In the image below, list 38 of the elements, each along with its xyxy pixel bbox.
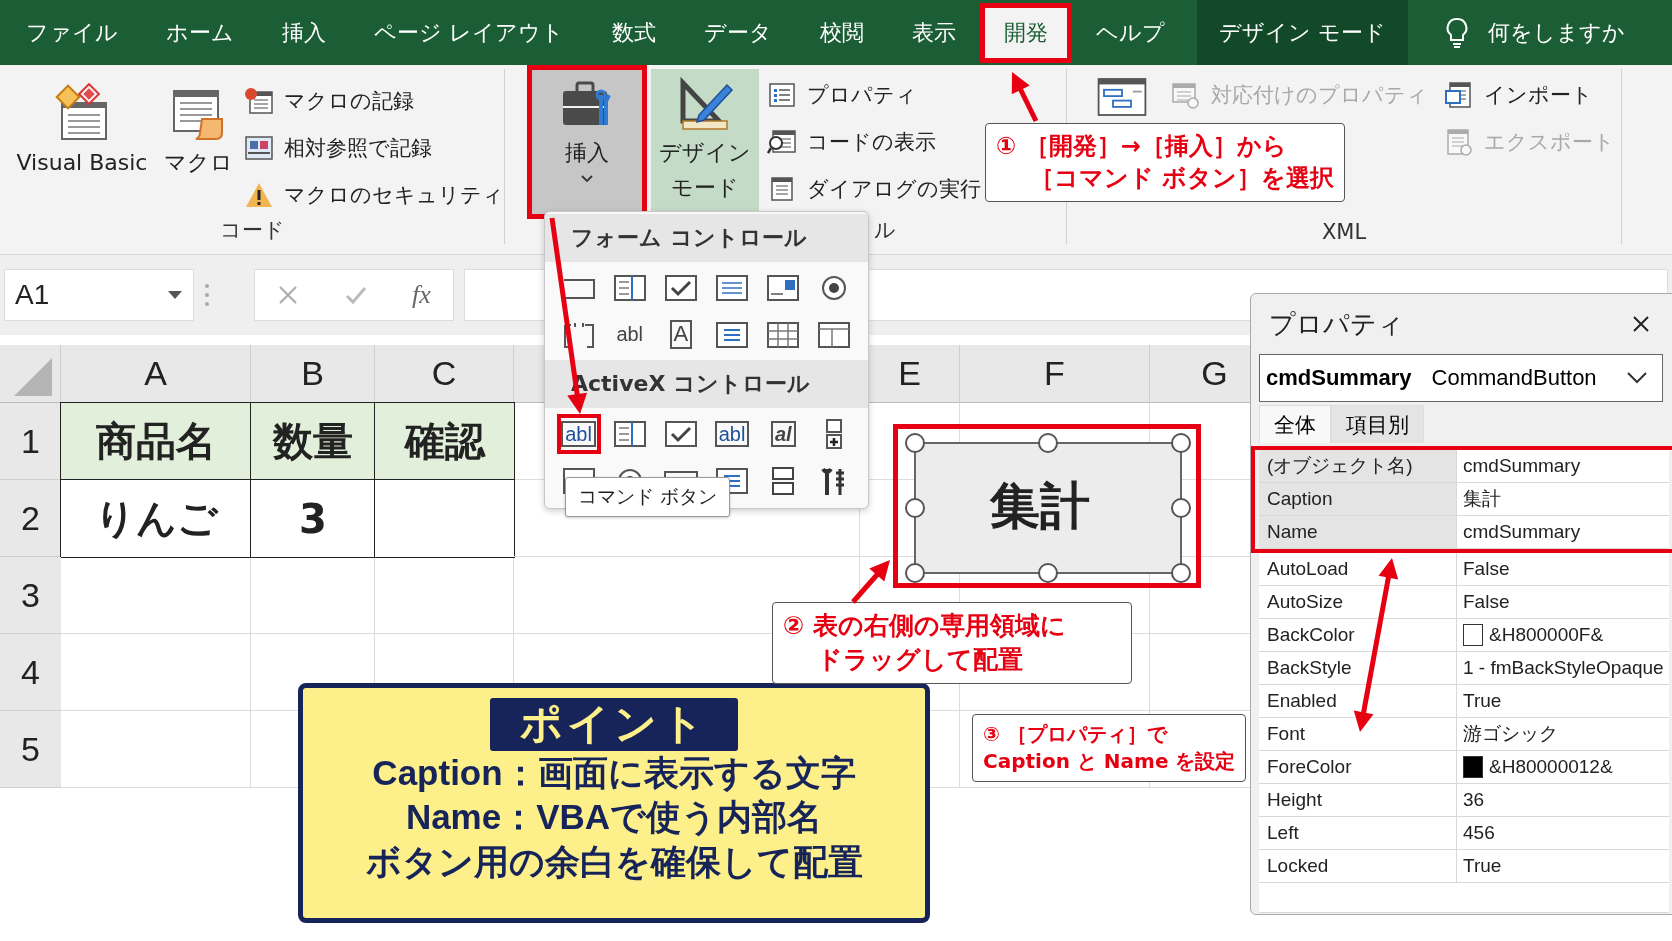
property-value-text: True	[1463, 690, 1502, 712]
callout-text: ドラッグして配置	[816, 643, 1024, 676]
property-value-text: 游ゴシック	[1463, 722, 1558, 746]
callout-text: ③ ［プロパティ］で	[983, 721, 1169, 748]
property-value-text: 1 - fmBackStyleOpaque	[1463, 657, 1664, 679]
property-value-text: 456	[1463, 822, 1495, 844]
callout-text: ［コマンド ボタン］を選択	[1029, 163, 1334, 195]
panel-title: プロパティ	[1269, 307, 1404, 341]
note-line: ボタン用の余白を確保して配置	[365, 841, 863, 884]
group-label: XML	[1321, 220, 1367, 244]
button-caption: 集計	[990, 476, 1090, 536]
note-line: Name：VBAで使う内部名	[405, 796, 823, 839]
table-header-cell: 商品名	[60, 402, 252, 481]
property-value-text: cmdSummary	[1463, 455, 1581, 477]
property-value-text: cmdSummary	[1463, 521, 1581, 543]
property-name: Caption	[1259, 483, 1457, 515]
table-header-cell: 数量	[250, 402, 376, 481]
note-title: ポイント	[490, 698, 738, 751]
property-value-text: &H800000F&	[1489, 624, 1604, 646]
property-value-text: False	[1463, 591, 1510, 613]
callout-text: Caption と Name を設定	[983, 748, 1235, 775]
group-label: コード	[219, 217, 285, 244]
table-header-cell: 確認	[374, 402, 515, 481]
callout-text: ① ［開発］→［挿入］から	[996, 131, 1288, 162]
table-cell: りんご	[60, 479, 252, 558]
property-value-text: False	[1463, 558, 1510, 580]
property-value-text: &H80000012&	[1489, 756, 1613, 778]
property-name: Name	[1259, 516, 1457, 548]
tooltip: コマンド ボタン	[565, 477, 731, 517]
property-value-text: 36	[1463, 789, 1485, 811]
callout-text: ② 表の右側の専用領域に	[783, 610, 1067, 642]
property-value-text: 集計	[1463, 487, 1501, 511]
table-cell: 3	[250, 479, 376, 558]
note-line: Caption：画面に表示する文字	[372, 751, 856, 794]
property-value-text: True	[1463, 855, 1502, 877]
menu-section-header: フォーム コントロール	[545, 214, 868, 262]
property-name: (オブジェクト名)	[1259, 450, 1457, 482]
group-label: ル	[874, 217, 896, 244]
